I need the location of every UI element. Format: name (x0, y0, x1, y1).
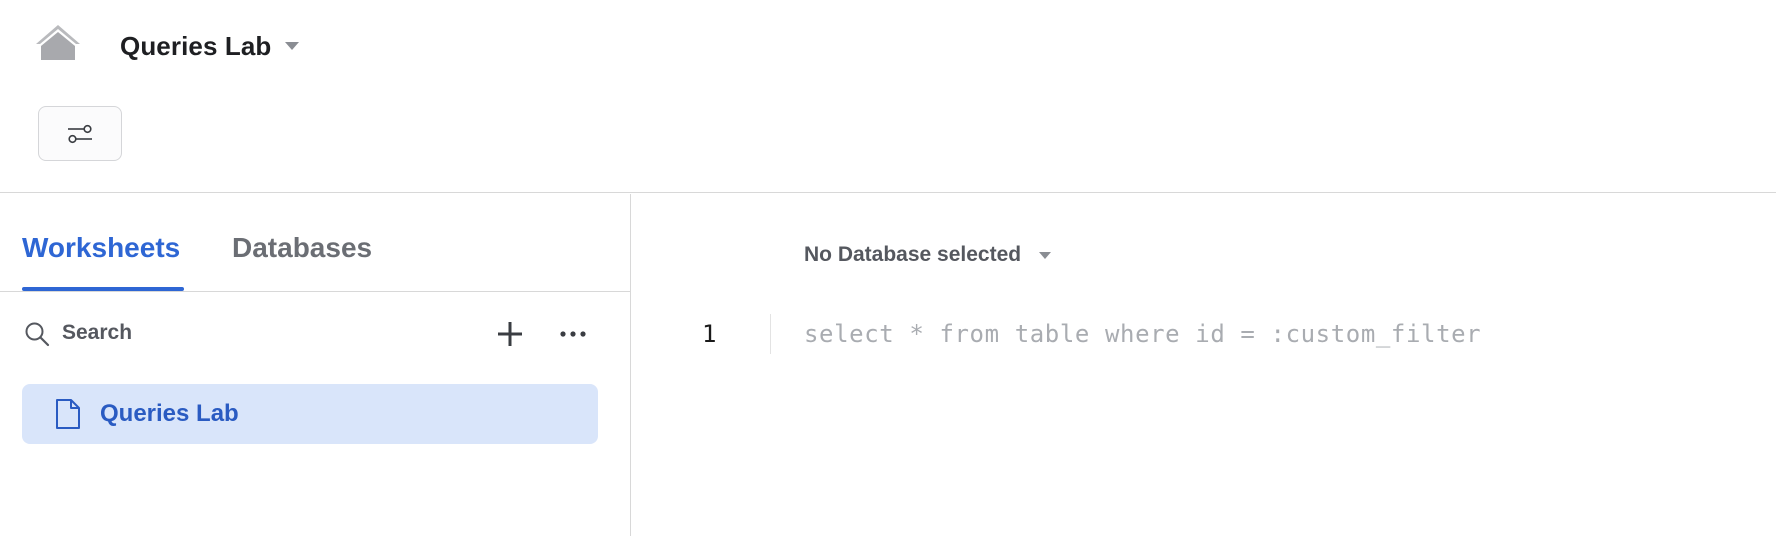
worksheet-item-label: Queries Lab (100, 400, 239, 427)
sliders-icon (68, 124, 92, 143)
gutter-divider (770, 314, 771, 354)
more-options-icon[interactable] (558, 324, 588, 344)
sidebar: Worksheets Databases Queries Lab (0, 194, 631, 536)
code-placeholder: select * from table where id = :custom_f… (804, 320, 1482, 348)
home-icon[interactable] (33, 22, 83, 62)
tab-databases[interactable]: Databases (232, 232, 372, 264)
sidebar-tabs: Worksheets Databases (0, 194, 630, 292)
tab-worksheets[interactable]: Worksheets (22, 232, 180, 264)
document-icon (56, 399, 80, 429)
page-title: Queries Lab (120, 30, 272, 61)
caret-down-icon (285, 42, 300, 50)
caret-down-icon (1039, 251, 1052, 259)
line-number: 1 (702, 320, 717, 348)
search-input[interactable] (62, 318, 342, 348)
database-selector-label: No Database selected (804, 243, 1022, 266)
worksheet-title-dropdown[interactable]: Queries Lab (120, 28, 300, 64)
filter-settings-button[interactable] (38, 106, 122, 161)
editor-panel: No Database selected 1 select * from tab… (632, 194, 1776, 536)
search-row (22, 316, 602, 350)
active-tab-indicator (22, 287, 184, 291)
top-bar: Queries Lab (0, 0, 1776, 193)
add-icon[interactable] (496, 320, 524, 348)
search-icon[interactable] (24, 321, 50, 347)
worksheet-item[interactable]: Queries Lab (22, 384, 598, 444)
database-selector[interactable]: No Database selected (804, 240, 1052, 270)
sql-editor[interactable]: 1 select * from table where id = :custom… (632, 314, 1776, 358)
